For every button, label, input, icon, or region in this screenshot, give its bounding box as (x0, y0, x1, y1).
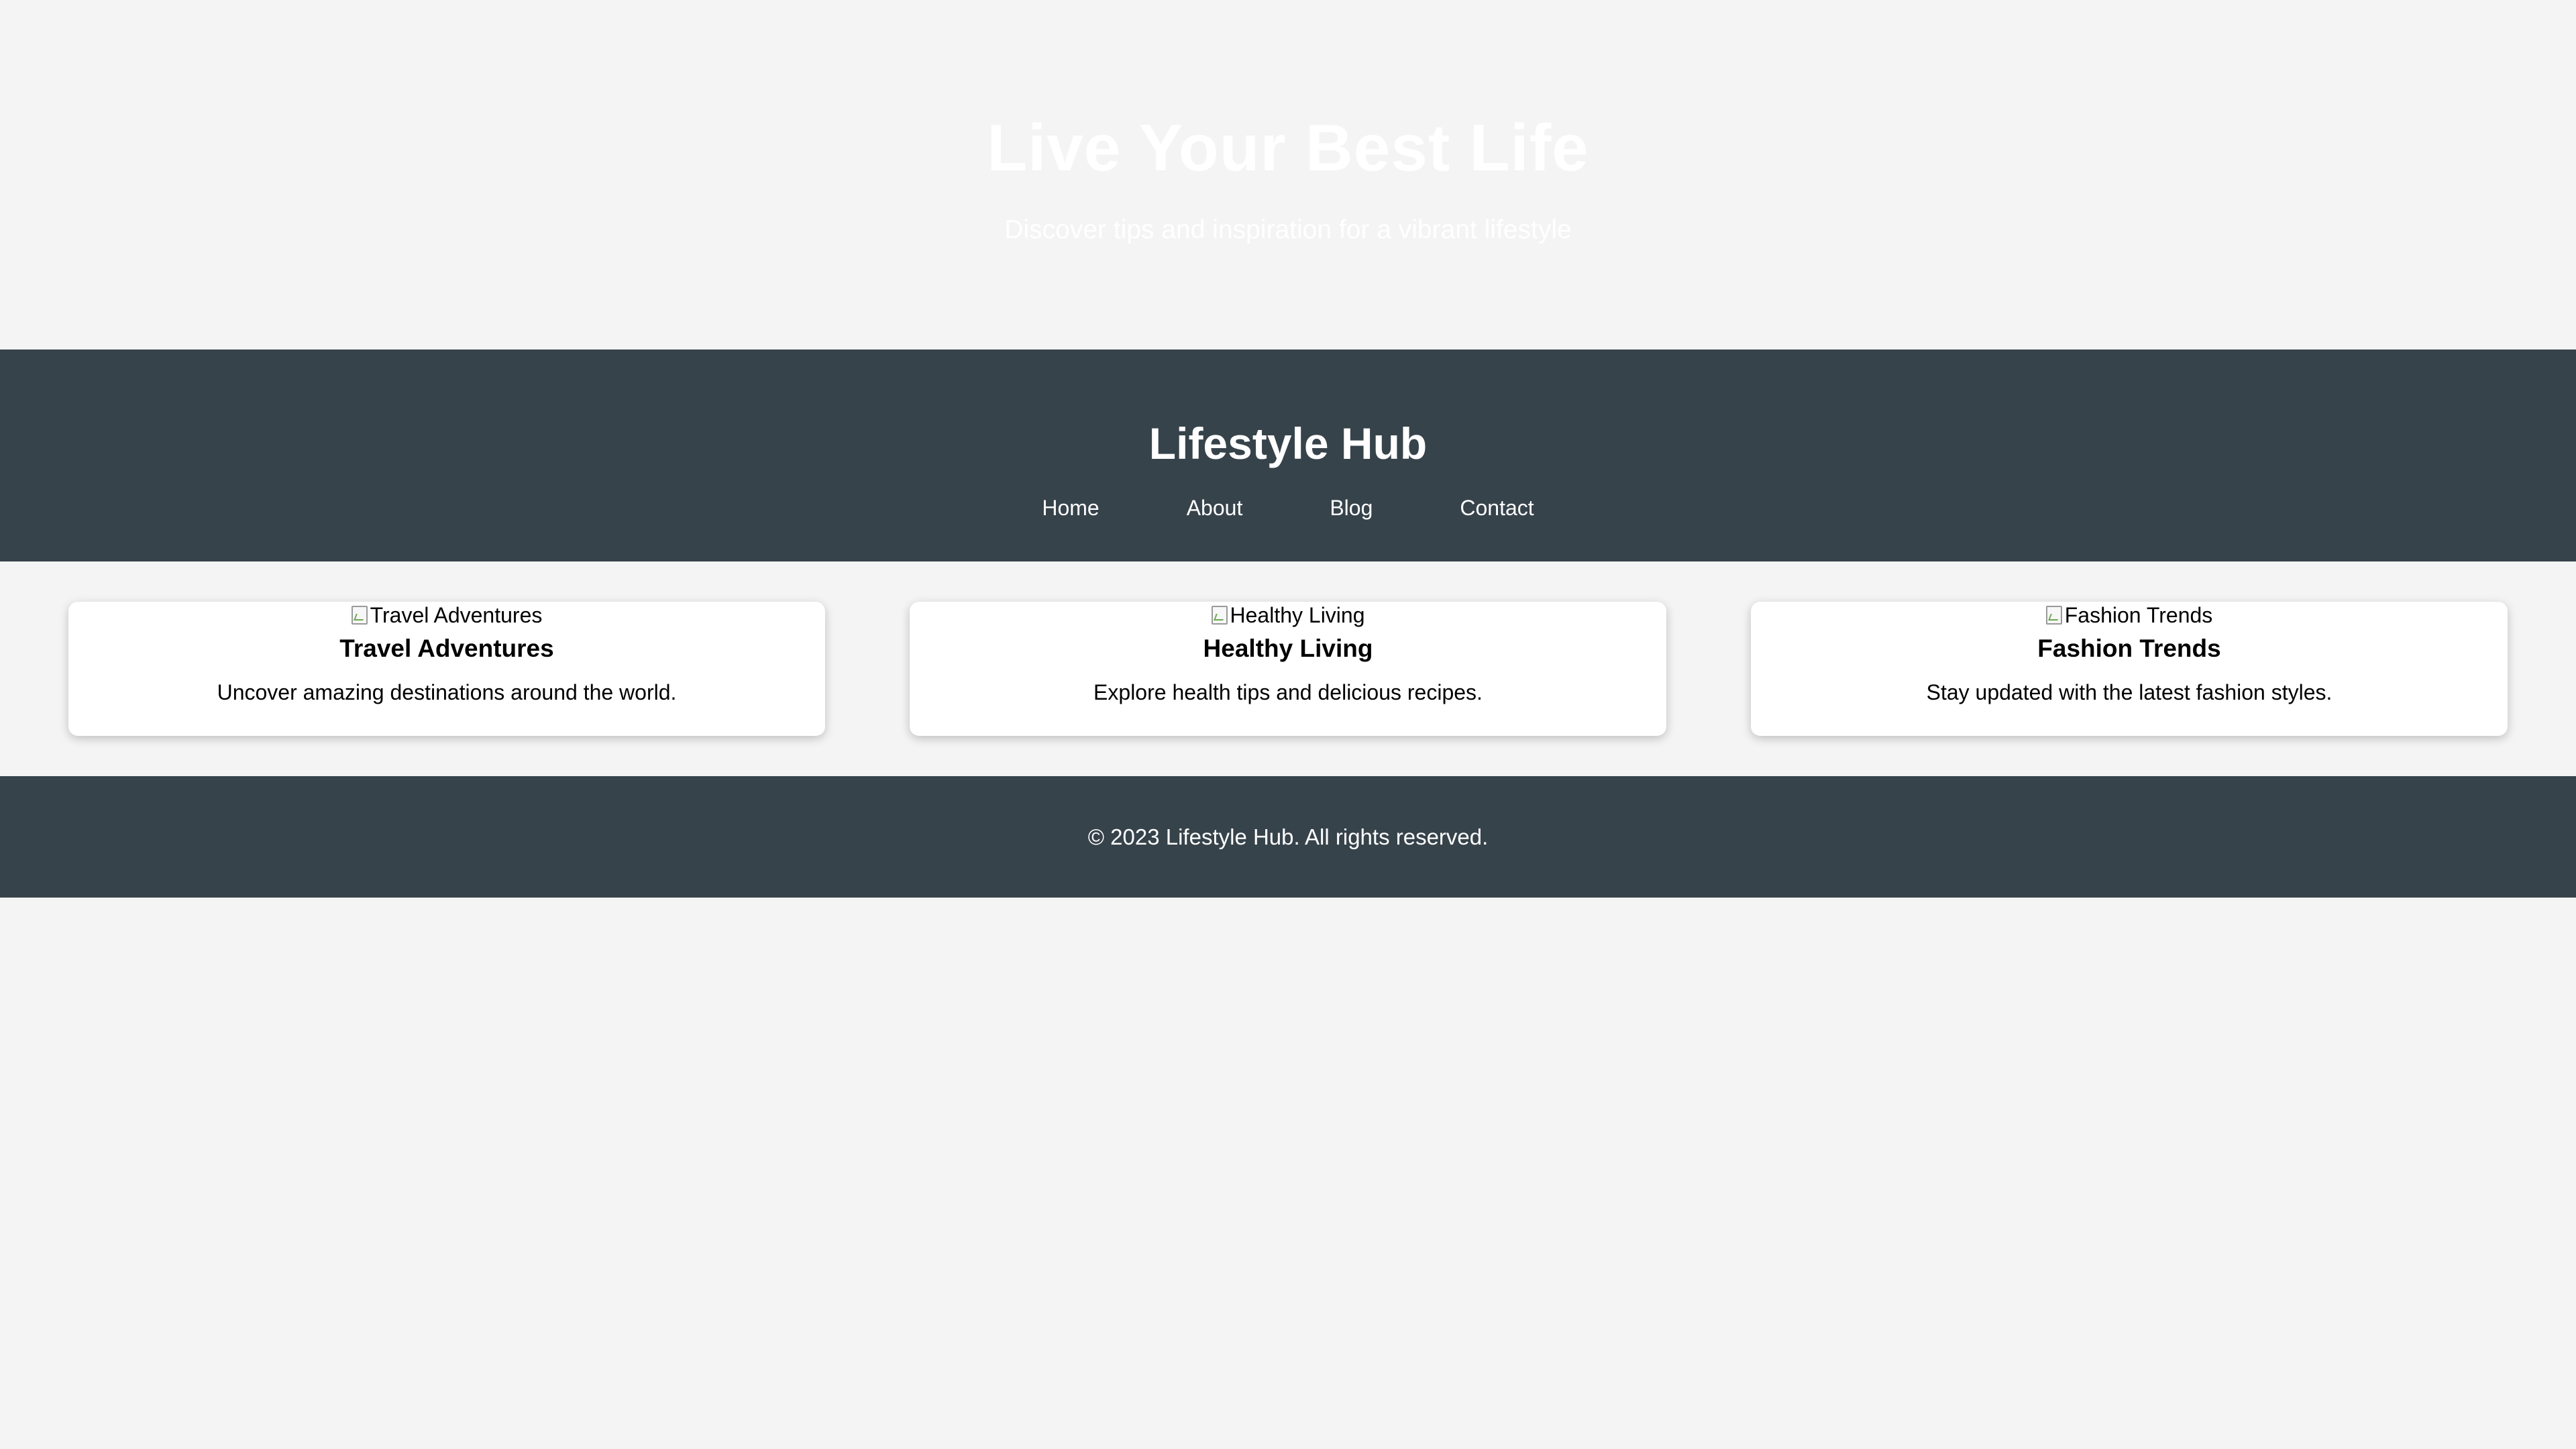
card-title: Travel Adventures (339, 635, 554, 662)
card-description: Stay updated with the latest fashion sty… (1926, 680, 2332, 704)
card-image: Travel Adventures (351, 602, 543, 629)
card-description: Uncover amazing destinations around the … (217, 680, 677, 704)
nav-link-contact[interactable]: Contact (1460, 494, 1534, 521)
card-description: Explore health tips and delicious recipe… (1093, 680, 1483, 704)
hero-section: Live Your Best Life Discover tips and in… (0, 0, 2576, 350)
card-travel-adventures: Travel Adventures Travel Adventures Unco… (68, 602, 825, 736)
card-title: Healthy Living (1203, 635, 1373, 662)
broken-image-icon (1211, 606, 1228, 625)
footer-copyright: © 2023 Lifestyle Hub. All rights reserve… (1087, 824, 1489, 849)
nav-link-blog[interactable]: Blog (1330, 494, 1373, 521)
card-image-alt-text: Travel Adventures (370, 603, 543, 627)
card-image-alt-text: Fashion Trends (2064, 603, 2213, 627)
card-image: Fashion Trends (2045, 602, 2213, 629)
broken-image-icon (2045, 606, 2062, 625)
site-header: Lifestyle Hub Home About Blog Contact (0, 350, 2576, 561)
site-title: Lifestyle Hub (1148, 419, 1428, 468)
site-footer: © 2023 Lifestyle Hub. All rights reserve… (0, 776, 2576, 898)
main-nav: Home About Blog Contact (0, 494, 2576, 521)
broken-image-icon (351, 606, 368, 625)
card-grid: Travel Adventures Travel Adventures Unco… (0, 602, 2576, 736)
card-image-alt-text: Healthy Living (1230, 603, 1365, 627)
card-fashion-trends: Fashion Trends Fashion Trends Stay updat… (1751, 602, 2508, 736)
card-image: Healthy Living (1211, 602, 1365, 629)
card-title: Fashion Trends (2037, 635, 2221, 662)
card-healthy-living: Healthy Living Healthy Living Explore he… (910, 602, 1666, 736)
nav-link-about[interactable]: About (1187, 494, 1243, 521)
hero-subtitle: Discover tips and inspiration for a vibr… (1004, 215, 1572, 244)
hero-title: Live Your Best Life (987, 111, 1589, 184)
nav-link-home[interactable]: Home (1042, 494, 1099, 521)
